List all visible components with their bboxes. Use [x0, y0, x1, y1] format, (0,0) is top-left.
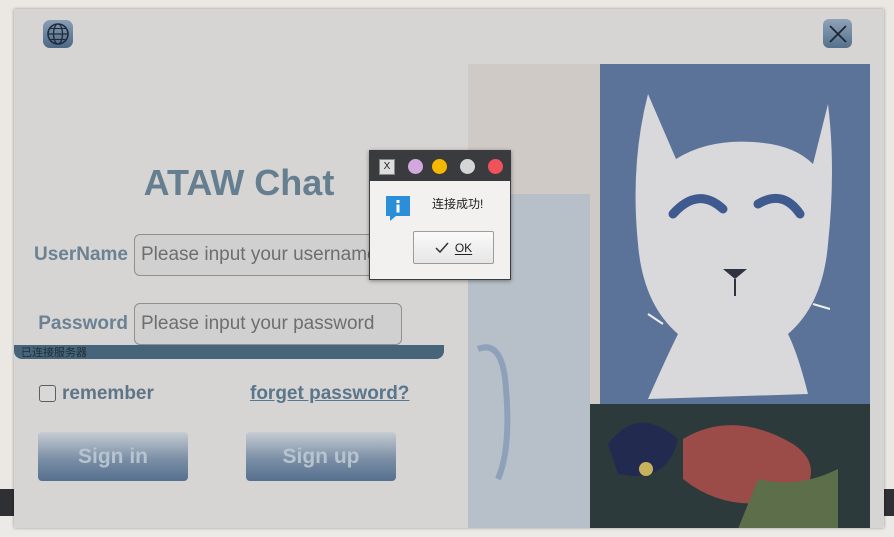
remember-checkbox[interactable]	[39, 385, 56, 402]
forget-password-link[interactable]: forget password?	[250, 383, 409, 405]
password-label: Password	[38, 313, 128, 334]
connection-status-bar: 已连接服务器	[14, 345, 444, 359]
info-icon	[386, 196, 410, 221]
dialog-minimize-icon[interactable]	[432, 159, 447, 174]
language-button[interactable]	[43, 20, 73, 48]
sign-up-button[interactable]: Sign up	[246, 432, 396, 481]
ok-button[interactable]: OK	[413, 231, 494, 264]
globe-icon	[47, 23, 69, 45]
app-title: ATAW Chat	[143, 162, 335, 203]
ok-button-label: OK	[454, 240, 473, 255]
cat-painting-image	[468, 64, 870, 528]
dialog-titlebar[interactable]: X	[370, 151, 510, 181]
dialog-close-icon[interactable]	[488, 159, 503, 174]
username-label: UserName	[34, 244, 128, 265]
username-input[interactable]	[134, 234, 394, 276]
dialog-app-icon: X	[379, 159, 395, 175]
check-icon	[435, 242, 449, 253]
close-icon	[828, 24, 847, 43]
close-window-button[interactable]	[823, 19, 852, 48]
sign-in-button[interactable]: Sign in	[38, 432, 188, 481]
dialog-maximize-icon[interactable]	[460, 159, 475, 174]
password-input[interactable]	[134, 303, 402, 345]
remember-label: remember	[62, 383, 154, 404]
dialog-menu-dot-icon[interactable]	[408, 159, 423, 174]
connection-status-text: 已连接服务器	[21, 347, 87, 359]
connection-success-dialog: X 连接成功! OK	[369, 150, 511, 280]
dialog-message: 连接成功!	[432, 197, 484, 211]
